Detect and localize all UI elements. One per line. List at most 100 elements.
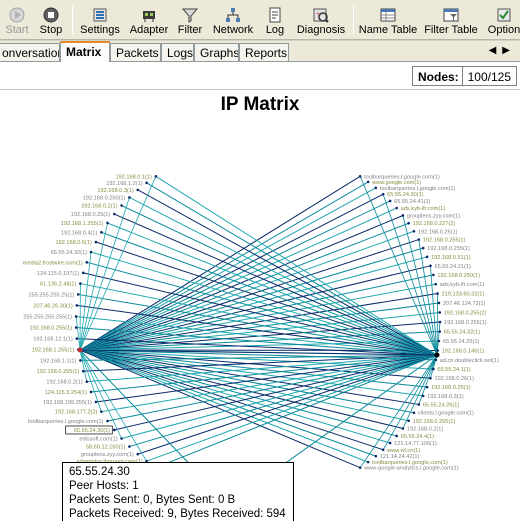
host-label: 192.168.0.25(1) <box>71 212 111 218</box>
host-node <box>75 337 79 340</box>
tab-scroll-right-icon[interactable]: ▶ <box>502 45 516 56</box>
connection-line <box>79 349 384 451</box>
host-label: clients.l.google.com(1) <box>418 411 474 417</box>
nodes-label: Nodes: <box>413 67 463 85</box>
host-node <box>112 428 116 432</box>
filter-table-button[interactable]: Filter Table <box>422 4 480 38</box>
host-node <box>100 231 103 234</box>
host-node <box>81 369 85 373</box>
tab-graphs[interactable]: Graphs <box>194 43 239 61</box>
host-node <box>94 400 98 404</box>
adapter-label: Adapter <box>129 24 169 36</box>
tooltip-received: Packets Received: 9, Bytes Received: 594… <box>69 508 286 520</box>
filter-table-icon <box>443 8 459 22</box>
toolbar-separator <box>353 6 354 34</box>
tab-scroll-arrows: ◀▶ <box>489 45 516 56</box>
host-label: 255.255.255.255(1) <box>23 314 72 320</box>
host-node <box>438 330 442 333</box>
log-button[interactable]: Log <box>260 4 290 38</box>
host-label: 192.168.0.25(1) <box>431 385 471 391</box>
host-node <box>79 282 82 285</box>
host-label: 192.168.0.255(1) <box>29 326 72 332</box>
host-node <box>128 445 131 448</box>
host-label: ad.cn.doubleclick.net(1) <box>440 358 499 364</box>
host-node <box>106 419 109 423</box>
filter-button[interactable]: Filter <box>174 4 206 38</box>
host-label: 207.46.26.30(1) <box>33 303 73 309</box>
host-label: 255.255.255.25(1) <box>29 292 75 298</box>
network-button[interactable]: Network <box>209 4 257 38</box>
view-tab-bar: onversations Matrix Packets Logs Graphs … <box>0 41 520 62</box>
host-label: 192.168.0.255(1) <box>413 419 456 425</box>
host-label: 192.168.0.25(1) <box>418 229 458 235</box>
host-node <box>412 411 416 415</box>
matrix-panel: Nodes: 100/125 207.46.26.1(1)adsprintyx.… <box>0 61 520 521</box>
host-label: 65.55.24.41(1) <box>394 199 431 205</box>
host-node <box>412 229 416 233</box>
connection-line <box>129 354 438 448</box>
settings-button[interactable]: Settings <box>77 4 123 38</box>
stop-icon <box>43 7 59 23</box>
host-node <box>432 367 435 371</box>
host-label: 192.168.0.51(1) <box>431 255 471 261</box>
connection-line <box>121 205 438 356</box>
host-label: 192.168.0.2(1) <box>81 204 118 210</box>
tab-conversations[interactable]: onversations <box>0 43 60 61</box>
tab-scroll-left-icon[interactable]: ◀ <box>489 45 503 56</box>
filter-funnel-icon <box>182 8 198 23</box>
tab-reports[interactable]: Reports <box>239 43 289 61</box>
ip-matrix-canvas[interactable]: 207.46.26.1(1)adsprintyx.lhoroom.com(1)g… <box>0 89 520 521</box>
connection-line <box>129 196 438 356</box>
host-label: 192.168.0.250(1) <box>83 195 126 201</box>
toolbar-separator <box>72 6 73 34</box>
host-label: 192.168.0.2(1) <box>407 427 444 433</box>
connection-line <box>79 274 434 351</box>
host-label: www.wl.cn(1) <box>386 448 420 454</box>
host-node <box>436 292 439 295</box>
host-node <box>112 212 116 216</box>
host-node <box>128 196 131 199</box>
host-label: 124.115.3.254(1) <box>45 390 87 396</box>
host-label: 61.135.2.48(1) <box>40 282 77 288</box>
network-label: Network <box>212 24 254 36</box>
host-label: 219.133.60.32(1) <box>442 292 485 298</box>
name-table-button[interactable]: Name Table <box>358 4 418 38</box>
tab-logs[interactable]: Logs <box>161 43 194 61</box>
host-label: 65.55.24.21(1) <box>434 264 471 270</box>
host-label: 192.168.0.4(1) <box>61 230 98 236</box>
host-node <box>145 181 148 185</box>
host-label: 192.168.0.250(1) <box>437 273 480 279</box>
host-node <box>85 261 89 264</box>
host-label: www-google-analytics.l.google.com(1) <box>363 466 459 472</box>
tab-matrix[interactable]: Matrix <box>60 41 110 62</box>
start-button[interactable]: Start <box>0 4 34 38</box>
diagnosis-button[interactable]: + Diagnosis <box>293 4 349 38</box>
connection-line <box>79 215 404 351</box>
name-table-label: Name Table <box>358 24 418 36</box>
host-node <box>425 255 429 259</box>
host-node <box>425 385 429 389</box>
host-label: 124.115.0.197(1) <box>37 271 79 277</box>
host-node <box>74 326 78 329</box>
filter-table-label: Filter Table <box>424 24 478 36</box>
host-label: 192.168.177.2(2) <box>55 410 98 416</box>
host-node <box>417 238 421 241</box>
host-node <box>358 175 362 178</box>
host-node <box>381 448 385 452</box>
host-node <box>401 427 405 430</box>
host-node <box>366 460 370 464</box>
host-node <box>388 199 392 203</box>
adapter-button[interactable]: Adapter <box>126 4 172 38</box>
host-node <box>106 221 109 225</box>
tab-packets[interactable]: Packets <box>110 43 161 61</box>
stop-button[interactable]: Stop <box>36 4 66 38</box>
option-button[interactable]: Option <box>484 4 520 38</box>
host-node <box>407 419 410 423</box>
tooltip-sent: Packets Sent: 0, Bytes Sent: 0 B <box>69 494 236 506</box>
host-node <box>74 315 78 318</box>
host-label: 192.168.1.2(1) <box>106 181 143 187</box>
nodes-value: 100/125 <box>467 70 511 84</box>
host-node <box>154 175 158 178</box>
host-label: grouplens.zyy.com(1) <box>81 452 134 458</box>
ip-matrix-graph[interactable]: 207.46.26.1(1)adsprintyx.lhoroom.com(1)g… <box>0 90 520 521</box>
